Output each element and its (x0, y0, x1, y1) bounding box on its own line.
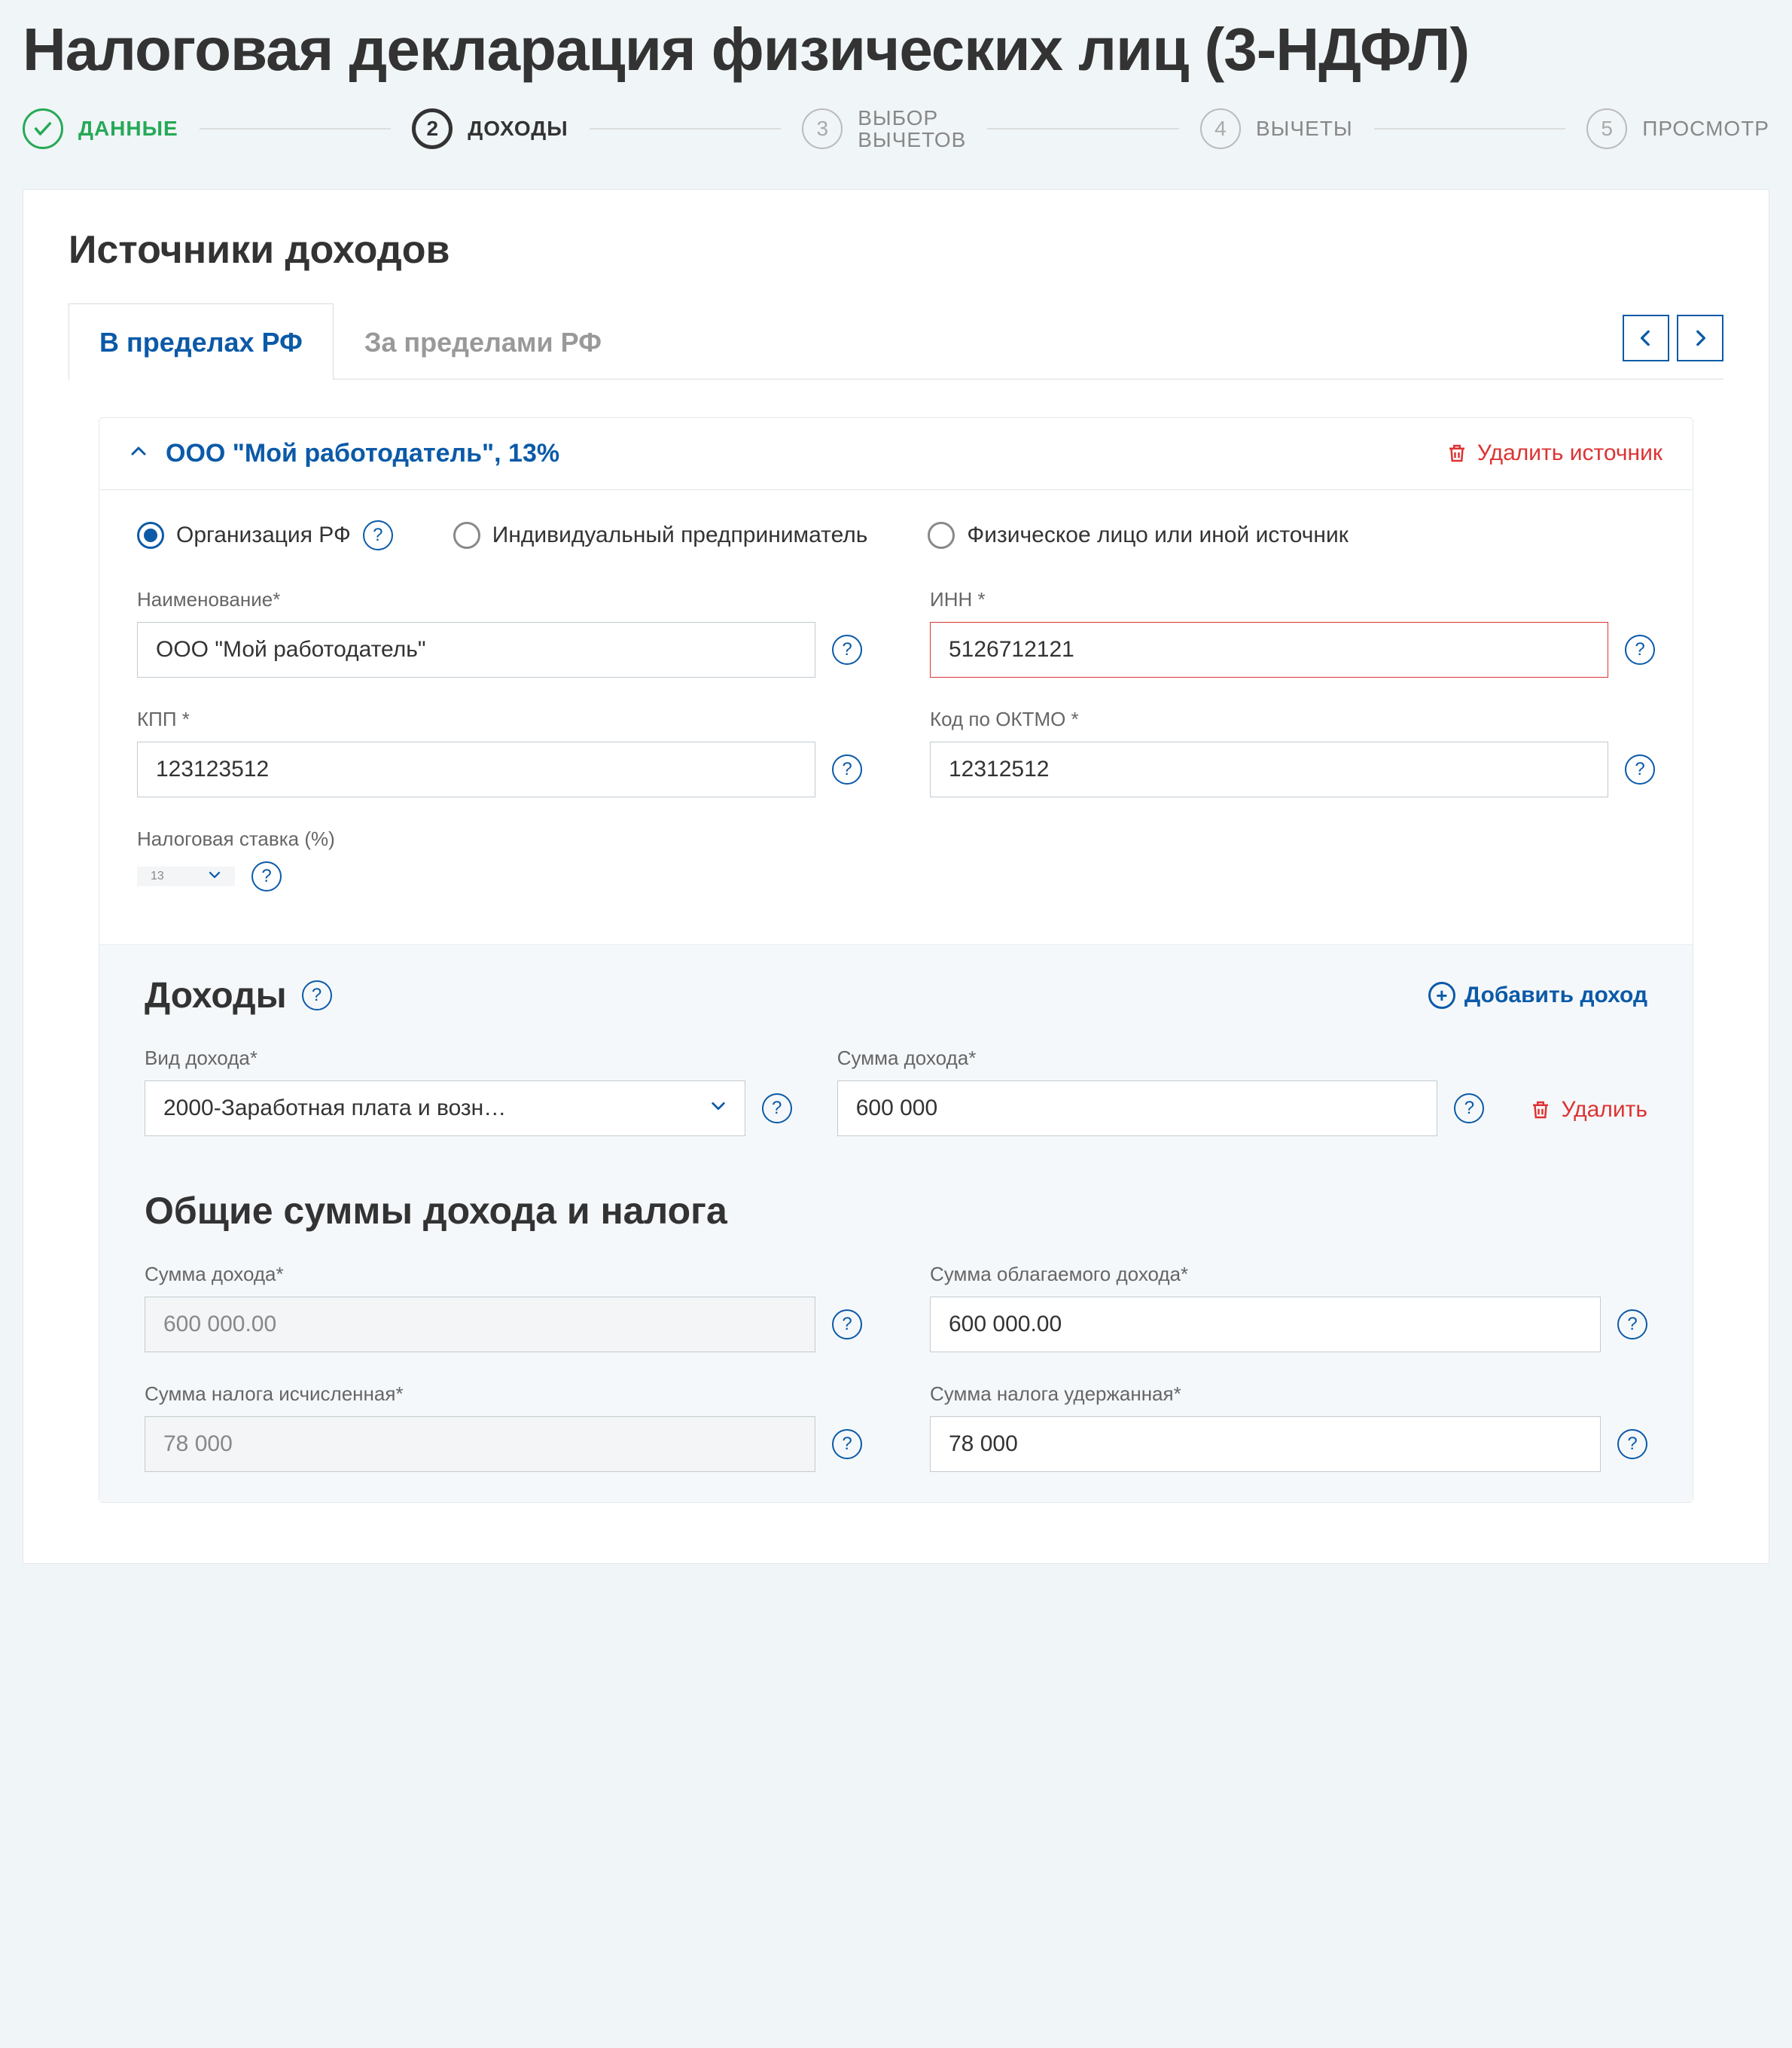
step-3-label: ВЫБОР ВЫЧЕТОВ (858, 107, 966, 151)
total-income-label: Сумма дохода* (145, 1263, 862, 1286)
radio-icon (928, 522, 955, 549)
step-2-label: ДОХОДЫ (468, 117, 568, 141)
help-icon[interactable]: ? (1617, 1309, 1647, 1339)
radio-icon (453, 522, 480, 549)
taxrate-label: Налоговая ставка (%) (137, 827, 1655, 851)
radio-person[interactable]: Физическое лицо или иной источник (928, 522, 1348, 549)
incomes-panel: Доходы ? + Добавить доход Вид дохода* 20… (99, 944, 1693, 1502)
step-4-circle: 4 (1200, 108, 1241, 149)
delete-income-button[interactable]: Удалить (1529, 1097, 1647, 1136)
plus-circle-icon: + (1428, 982, 1455, 1009)
add-income-button[interactable]: + Добавить доход (1428, 982, 1647, 1009)
field-name: Наименование* ? (137, 588, 862, 678)
next-button[interactable] (1677, 315, 1723, 361)
trash-icon (1446, 440, 1468, 466)
step-2-circle: 2 (412, 108, 453, 149)
kpp-input[interactable] (137, 742, 815, 797)
field-taxrate: Налоговая ставка (%) 13 ? (137, 827, 1655, 891)
inn-label: ИНН * (930, 588, 1655, 611)
source-type-radios: Организация РФ ? Индивидуальный предприн… (137, 520, 1655, 550)
section-title: Источники доходов (69, 227, 1723, 273)
taxable-income-label: Сумма облагаемого дохода* (930, 1263, 1647, 1286)
incomes-title: Доходы (145, 975, 287, 1016)
kpp-label: КПП * (137, 708, 862, 731)
field-kpp: КПП * ? (137, 708, 862, 797)
help-icon[interactable]: ? (832, 1309, 862, 1339)
name-label: Наименование* (137, 588, 862, 611)
income-type-label: Вид дохода* (145, 1047, 792, 1070)
radio-ip[interactable]: Индивидуальный предприниматель (453, 522, 868, 549)
field-oktmo: Код по ОКТМО * ? (930, 708, 1655, 797)
page-title: Налоговая декларация физических лиц (3-Н… (23, 15, 1769, 84)
chevron-up-icon[interactable] (130, 442, 148, 465)
help-icon[interactable]: ? (302, 980, 332, 1010)
check-icon (23, 108, 63, 149)
trash-icon (1529, 1097, 1552, 1123)
step-2[interactable]: 2 ДОХОДЫ (412, 108, 568, 149)
prev-button[interactable] (1623, 315, 1669, 361)
tax-calculated-input (145, 1416, 815, 1472)
tax-withheld-input[interactable] (930, 1416, 1601, 1472)
source-header: ООО "Мой работодатель", 13% Удалить исто… (99, 418, 1693, 490)
help-icon[interactable]: ? (363, 520, 393, 550)
totals-title: Общие суммы дохода и налога (145, 1189, 1647, 1233)
radio-org[interactable]: Организация РФ ? (137, 520, 393, 550)
oktmo-input[interactable] (930, 742, 1608, 797)
help-icon[interactable]: ? (251, 861, 282, 891)
step-5-label: ПРОСМОТР (1642, 117, 1769, 141)
income-amount-input[interactable] (837, 1080, 1438, 1136)
chevron-down-icon (208, 867, 221, 886)
step-4[interactable]: 4 ВЫЧЕТЫ (1200, 108, 1353, 149)
step-3-circle: 3 (802, 108, 843, 149)
step-3[interactable]: 3 ВЫБОР ВЫЧЕТОВ (802, 107, 966, 151)
source-title: ООО "Мой работодатель", 13% (166, 439, 1428, 468)
step-5-circle: 5 (1586, 108, 1627, 149)
step-1[interactable]: ДАННЫЕ (23, 108, 178, 149)
tab-inside-rf[interactable]: В пределах РФ (69, 303, 334, 379)
taxrate-select[interactable]: 13 (137, 867, 235, 886)
field-income-amount: Сумма дохода* ? (837, 1047, 1485, 1136)
stepper: ДАННЫЕ 2 ДОХОДЫ 3 ВЫБОР ВЫЧЕТОВ 4 ВЫЧЕТЫ… (23, 107, 1769, 151)
oktmo-label: Код по ОКТМО * (930, 708, 1655, 731)
income-type-select[interactable]: 2000-Заработная плата и возн… (145, 1080, 745, 1136)
main-card: Источники доходов В пределах РФ За преде… (23, 189, 1769, 1564)
field-tax-withheld: Сумма налога удержанная* ? (930, 1382, 1647, 1472)
chevron-down-icon (710, 1098, 727, 1119)
field-taxable-income: Сумма облагаемого дохода* ? (930, 1263, 1647, 1352)
help-icon[interactable]: ? (832, 754, 862, 785)
help-icon[interactable]: ? (1454, 1093, 1484, 1123)
field-total-income: Сумма дохода* ? (145, 1263, 862, 1352)
name-input[interactable] (137, 622, 815, 678)
tax-calculated-label: Сумма налога исчисленная* (145, 1382, 862, 1406)
help-icon[interactable]: ? (762, 1093, 792, 1123)
step-5[interactable]: 5 ПРОСМОТР (1586, 108, 1769, 149)
field-income-type: Вид дохода* 2000-Заработная плата и возн… (145, 1047, 792, 1136)
radio-icon (137, 522, 164, 549)
tab-row: В пределах РФ За пределами РФ (69, 303, 1723, 379)
taxable-income-input[interactable] (930, 1297, 1601, 1352)
tax-withheld-label: Сумма налога удержанная* (930, 1382, 1647, 1406)
field-inn: ИНН * ? (930, 588, 1655, 678)
step-4-label: ВЫЧЕТЫ (1256, 117, 1353, 141)
source-panel: ООО "Мой работодатель", 13% Удалить исто… (99, 417, 1693, 1503)
help-icon[interactable]: ? (1617, 1429, 1647, 1459)
field-tax-calculated: Сумма налога исчисленная* ? (145, 1382, 862, 1472)
inn-input[interactable] (930, 622, 1608, 678)
total-income-input (145, 1297, 815, 1352)
income-amount-label: Сумма дохода* (837, 1047, 1485, 1070)
help-icon[interactable]: ? (1625, 754, 1655, 785)
help-icon[interactable]: ? (1625, 635, 1655, 665)
help-icon[interactable]: ? (832, 635, 862, 665)
help-icon[interactable]: ? (832, 1429, 862, 1459)
step-1-label: ДАННЫЕ (78, 117, 178, 141)
tab-outside-rf[interactable]: За пределами РФ (334, 303, 632, 379)
delete-source-button[interactable]: Удалить источник (1446, 440, 1662, 466)
